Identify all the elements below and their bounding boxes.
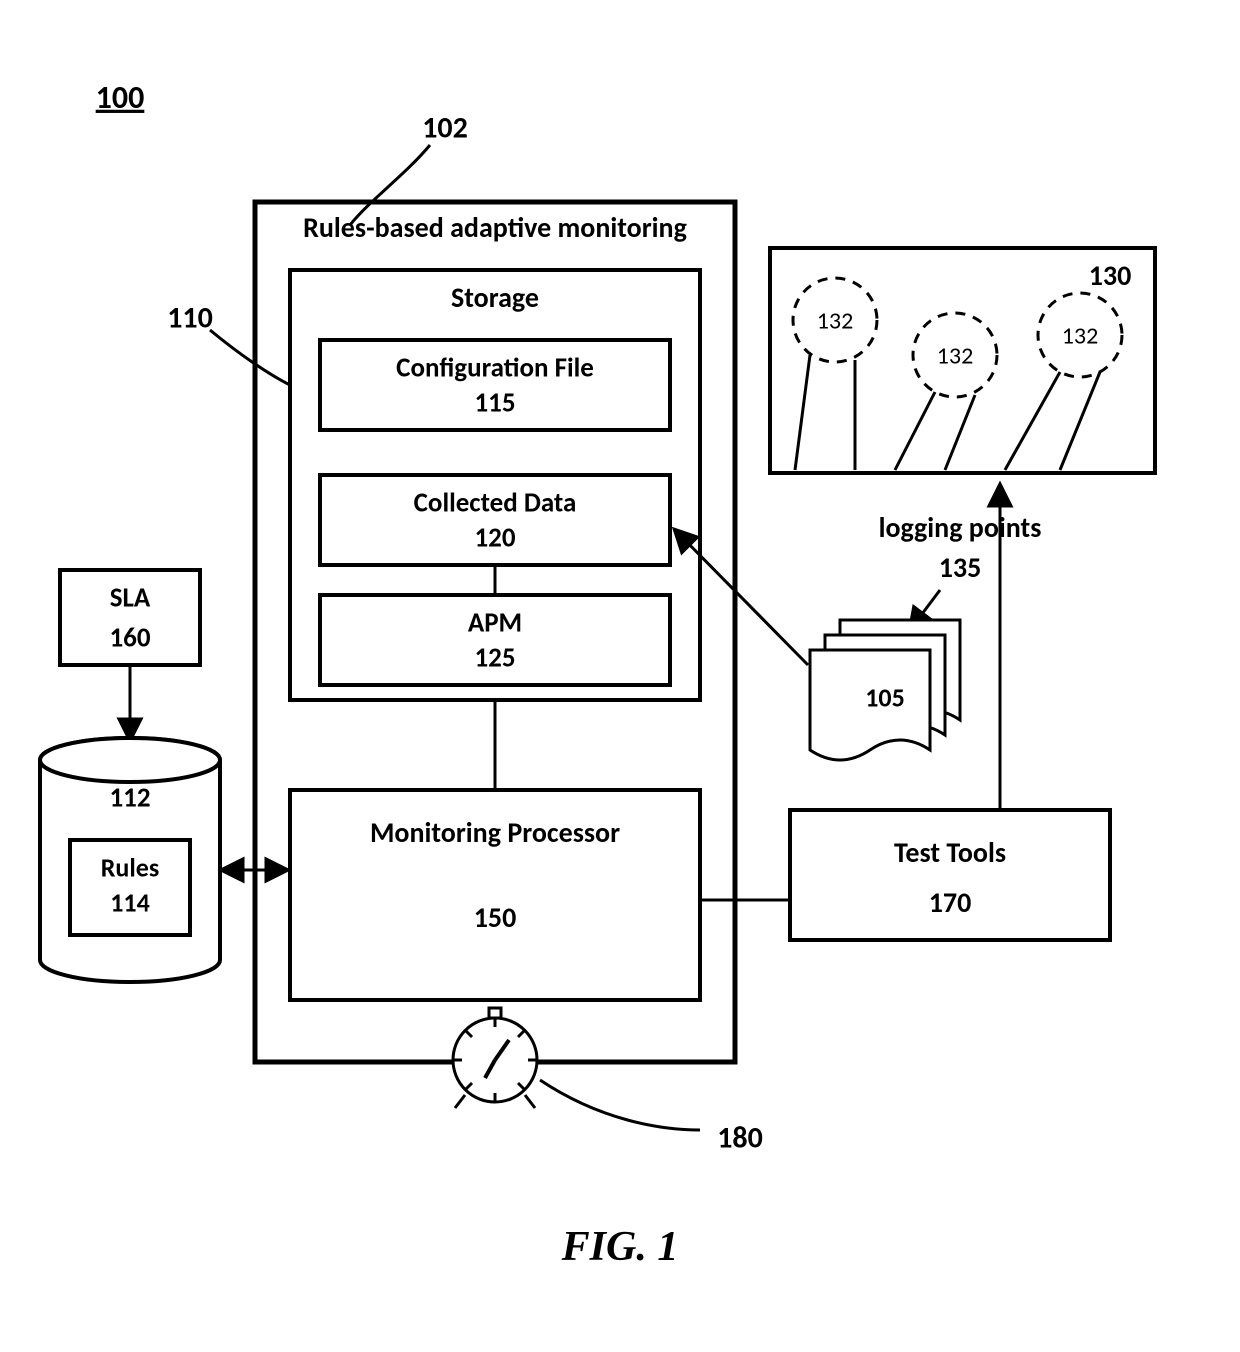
diagram-canvas: 100 102 Rules-based adaptive monitoring … <box>0 0 1240 1352</box>
test-tools-num: 170 <box>929 885 972 920</box>
cloud-node-label-2: 132 <box>937 342 974 371</box>
cloud-node-leads <box>795 355 1100 470</box>
figure-id-label: 100 <box>96 78 145 117</box>
sla-num: 160 <box>109 622 150 655</box>
rules-num: 114 <box>110 886 150 918</box>
collected-data-num: 120 <box>474 522 515 555</box>
leader-110 <box>210 330 290 385</box>
leader-180 <box>540 1080 700 1130</box>
callout-180: 180 <box>717 1119 763 1156</box>
system-title: Rules-based adaptive monitoring <box>303 210 687 245</box>
callout-110: 110 <box>167 299 213 336</box>
collected-data-title: Collected Data <box>414 487 577 520</box>
callout-130: 130 <box>1089 258 1132 293</box>
callout-102: 102 <box>422 109 468 146</box>
logging-points-num: 135 <box>939 550 982 585</box>
test-tools-box <box>790 810 1110 940</box>
cloud-node-label-1: 132 <box>817 307 854 336</box>
figure-caption: FIG. 1 <box>561 1224 679 1270</box>
monitor-title: Monitoring Processor <box>370 815 620 850</box>
storage-title: Storage <box>451 280 539 315</box>
arrow-docs-collected <box>675 530 808 665</box>
monitor-num: 150 <box>474 900 517 935</box>
docs-num: 105 <box>865 681 905 713</box>
sla-title: SLA <box>110 582 151 615</box>
rules-title: Rules <box>101 851 159 883</box>
cloud-node-label-3: 132 <box>1062 322 1099 351</box>
logging-points-label: logging points <box>879 510 1042 545</box>
apm-num: 125 <box>474 642 515 675</box>
callout-112: 112 <box>109 782 150 815</box>
config-file-num: 115 <box>474 387 515 420</box>
test-tools-title: Test Tools <box>894 835 1006 870</box>
clock-icon <box>453 1008 537 1108</box>
apm-title: APM <box>468 607 522 640</box>
config-file-title: Configuration File <box>396 352 594 385</box>
